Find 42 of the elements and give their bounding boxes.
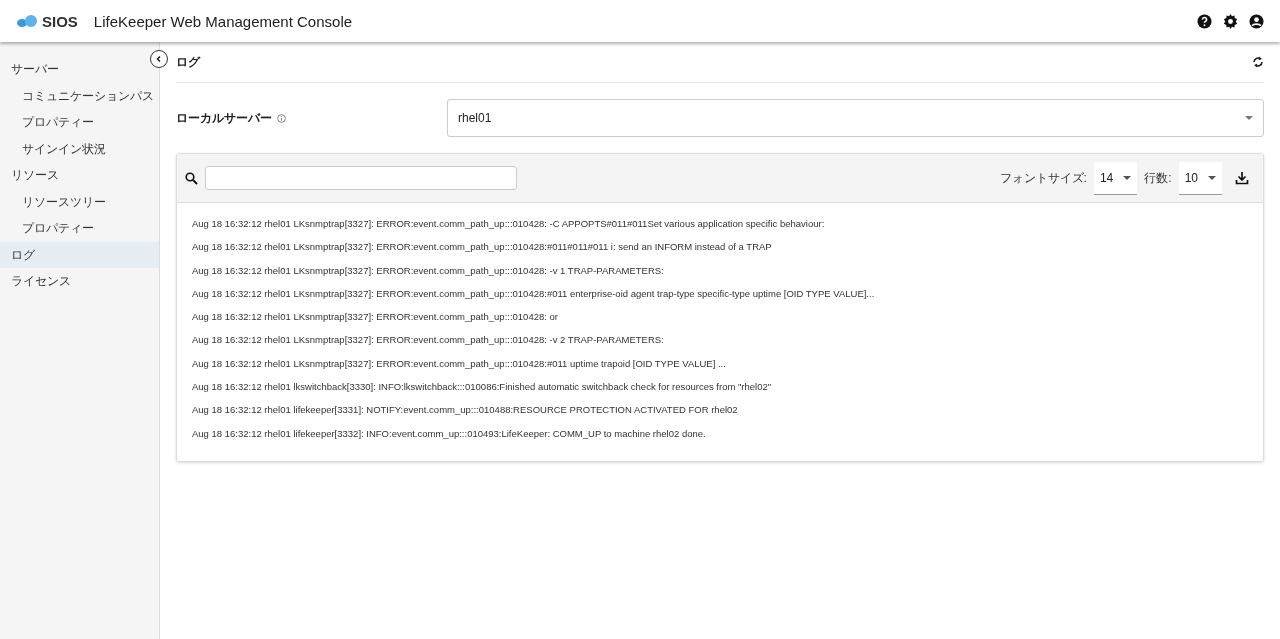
- log-line: Aug 18 16:32:12 rhel01 LKsnmptrap[3327]: ERROR:event.comm_path_up:::010428: or: [192, 310, 559, 325]
- caret-icon: [1123, 175, 1132, 180]
- log-line: Aug 18 16:32:12 rhel01 lkswitchback[3330]: INFO:lkswitchback:::010086:Finished automatic switchback check for resources from "rhel02": [192, 380, 773, 395]
- logo-icon: [16, 14, 38, 28]
- sidebar-item[interactable]: サインイン状況: [0, 135, 159, 162]
- log-line: Aug 18 16:32:12 rhel01 LKsnmptrap[3327]: ERROR:event.comm_path_up:::010428: -v 1 TRAP-PARAMETERS:: [192, 263, 665, 278]
- sidebar-item[interactable]: コミュニケーションパス: [0, 82, 159, 109]
- search-field[interactable]: [205, 166, 517, 190]
- info-icon: [277, 113, 286, 123]
- field-label: ローカルサーバー: [176, 109, 272, 127]
- search-icon: [185, 171, 198, 185]
- server-select[interactable]: rhel01: [447, 99, 1264, 137]
- sidebar-item[interactable]: プロパティー: [0, 215, 159, 242]
- log-line: Aug 18 16:32:12 rhel01 LKsnmptrap[3327]: ERROR:event.comm_path_up:::010428: -C APPOPTS#011#011Set various application specific behaviour:: [192, 217, 826, 231]
- sidebar-item[interactable]: ログ: [0, 241, 159, 268]
- help-icon[interactable]: [1197, 13, 1212, 29]
- account-icon[interactable]: [1249, 13, 1264, 29]
- app-title: LifeKeeper Web Management Console: [93, 12, 353, 30]
- collapse-button[interactable]: [150, 50, 168, 68]
- sidebar-item[interactable]: リソースツリー: [0, 188, 159, 215]
- log-line: Aug 18 16:32:12 rhel01 LKsnmptrap[3327]: ERROR:event.comm_path_up:::010428:#011 enterprise-oid agent trap-type specific-type uptime [OID TYPE VALUE]...: [192, 286, 876, 301]
- log-line: Aug 18 16:32:12 rhel01 LKsnmptrap[3327]: ERROR:event.comm_path_up:::010428:#011 uptime trapoid [OID TYPE VALUE] ...: [192, 356, 727, 371]
- log-line: Aug 18 16:32:12 rhel01 LKsnmptrap[3327]: ERROR:event.comm_path_up:::010428: -v 2 TRAP-PARAMETERS:: [192, 333, 665, 348]
- sidebar-item[interactable]: サーバー: [0, 56, 159, 83]
- caret-icon: [1208, 175, 1216, 180]
- refresh-icon[interactable]: [1252, 55, 1264, 69]
- rows-label: 行数:: [1144, 169, 1172, 187]
- settings-icon[interactable]: [1223, 13, 1238, 29]
- chevron-icon: [155, 55, 163, 63]
- rows-select[interactable]: 10: [1178, 161, 1222, 195]
- caret-icon: [1245, 116, 1253, 120]
- sidebar-item[interactable]: プロパティー: [0, 109, 159, 136]
- font-size-label: フォントサイズ:: [999, 169, 1087, 187]
- download-icon[interactable]: [1235, 171, 1249, 185]
- sidebar-item[interactable]: ライセンス: [0, 268, 159, 295]
- log-line: Aug 18 16:32:12 rhel01 lifekeeper[3332]: INFO:event.comm_up:::010493:LifeKeeper: COMM_UP to machine rhel02 done.: [192, 426, 707, 441]
- font-size-select[interactable]: 14: [1093, 161, 1138, 195]
- logo-text: SIOS: [42, 12, 78, 30]
- sidebar-item[interactable]: リソース: [0, 162, 159, 189]
- log-line: Aug 18 16:32:12 rhel01 lifekeeper[3331]: NOTIFY:event.comm_up:::010488:RESOURCE PROTECTION ACTIVATED FOR rhel02: [192, 403, 739, 418]
- log-line: Aug 18 16:32:12 rhel01 LKsnmptrap[3327]: ERROR:event.comm_path_up:::010428:#011#011#011 i: send an INFORM instead of a TRAP: [192, 240, 773, 255]
- page-title: ログ: [176, 53, 200, 71]
